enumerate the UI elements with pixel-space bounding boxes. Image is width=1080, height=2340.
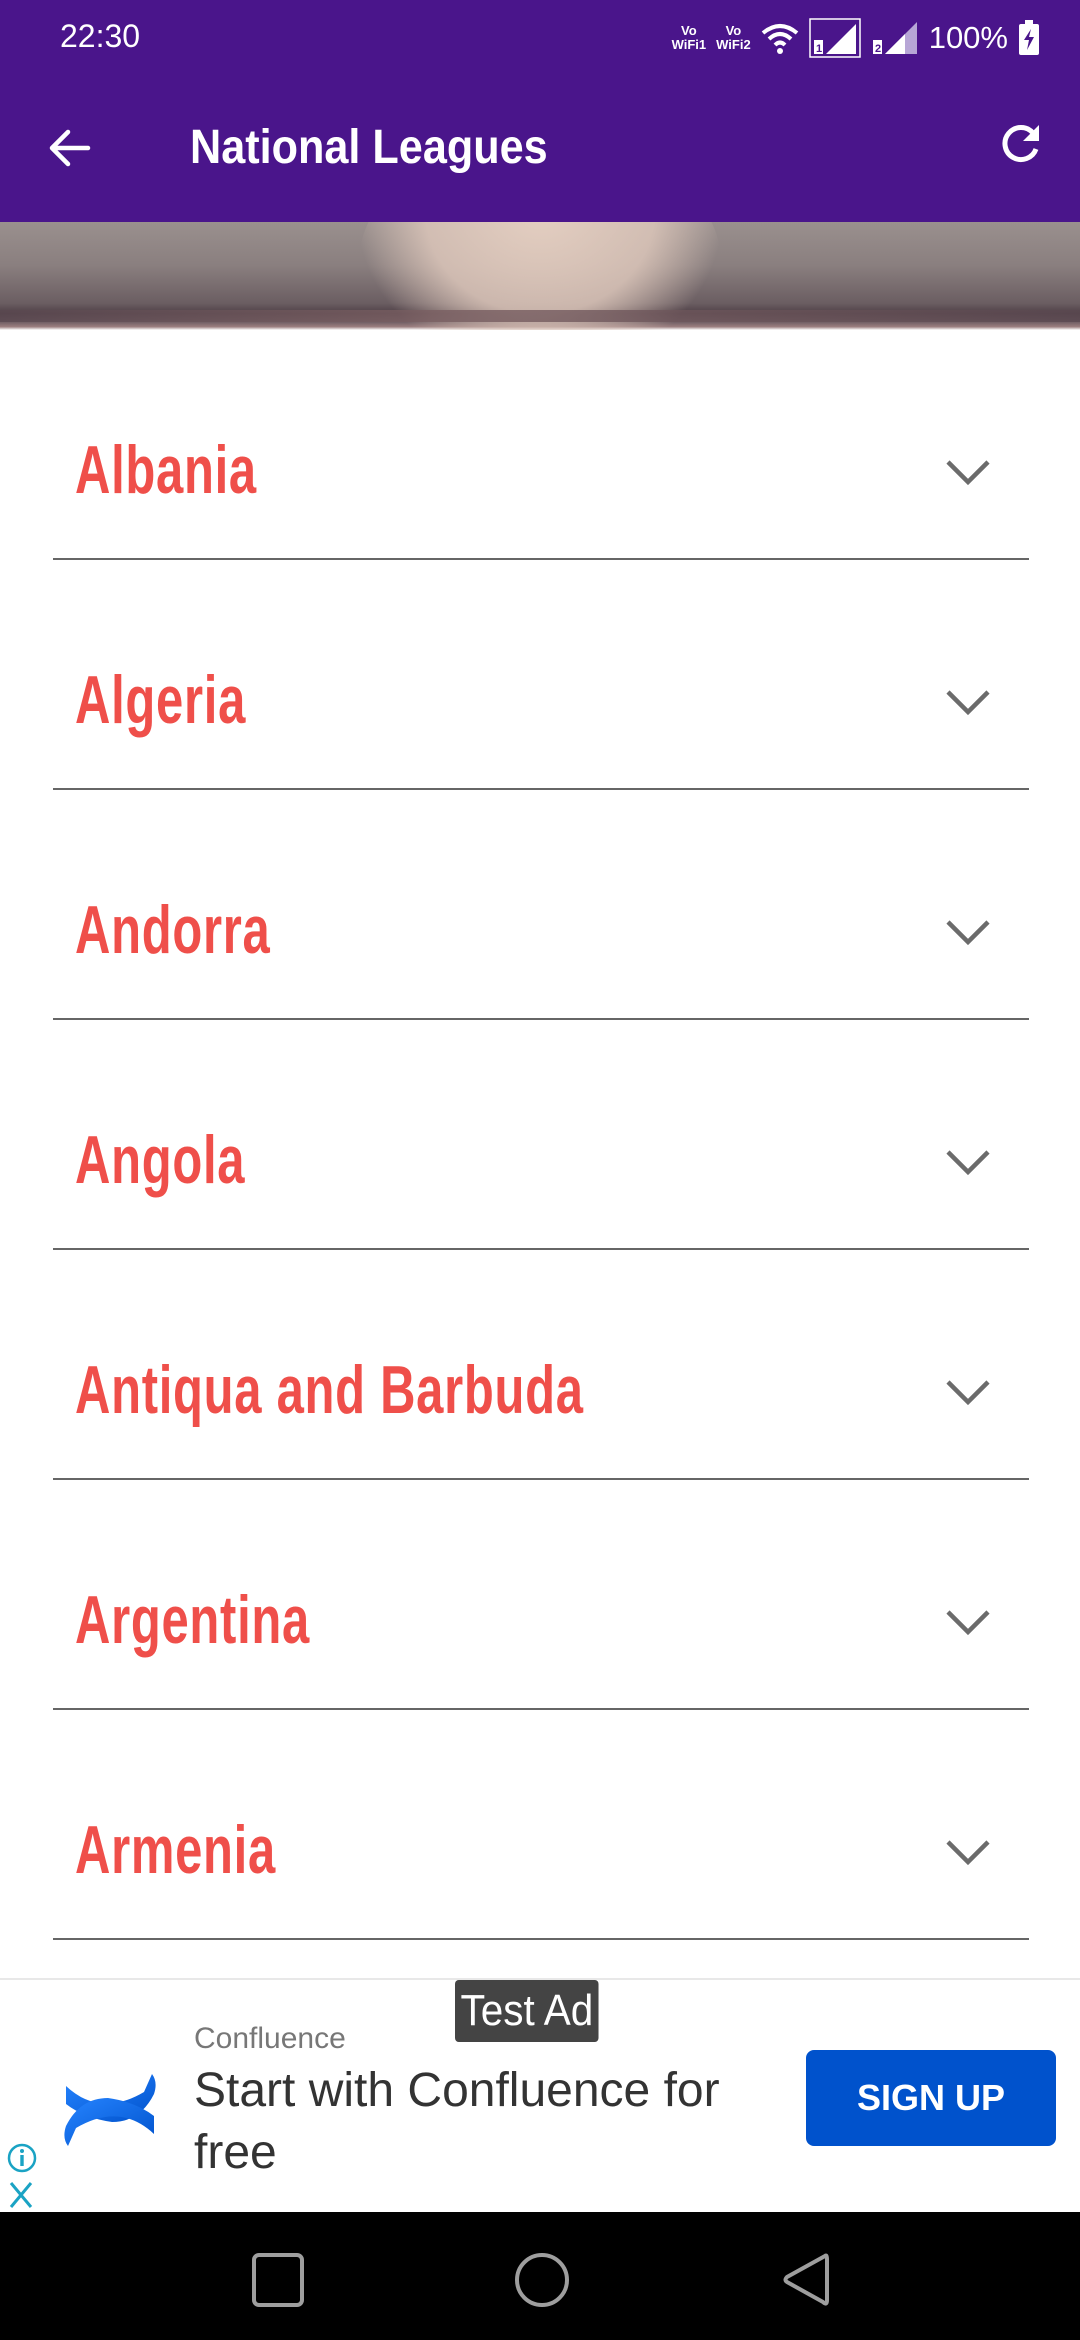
arrow-back-icon <box>49 129 91 167</box>
home-icon <box>515 2253 569 2307</box>
app-bar: National Leagues <box>0 74 1080 222</box>
signal-sim2-icon: 2 <box>872 22 917 55</box>
header-image-band <box>0 310 1080 322</box>
chevron-down-icon[interactable] <box>944 688 992 718</box>
vo-wifi1-top: Vo <box>681 23 697 38</box>
country-name: Albania <box>75 432 257 508</box>
system-nav-bar <box>0 2212 1080 2340</box>
home-button[interactable] <box>502 2250 582 2310</box>
status-bar: 22:30 Vo WiFi1 Vo WiFi2 1 2 100% <box>0 0 1080 74</box>
confluence-logo-icon <box>64 2074 156 2146</box>
svg-text:2: 2 <box>875 43 881 55</box>
sign-up-button[interactable]: SIGN UP <box>806 2050 1056 2146</box>
back-button[interactable] <box>40 118 100 178</box>
refresh-icon <box>1002 125 1039 163</box>
country-name: Angola <box>75 1122 246 1198</box>
ad-banner[interactable]: Test Ad Confluence Start with Confluence… <box>0 1978 1080 2212</box>
ad-info-icon[interactable] <box>6 2142 38 2174</box>
vo-wifi1-bottom: WiFi1 <box>671 37 707 52</box>
row-divider <box>53 1938 1029 1940</box>
country-row[interactable]: Angola <box>0 1020 1080 1250</box>
page-title: National Leagues <box>190 121 548 174</box>
country-name: Algeria <box>75 662 247 738</box>
ad-close-icon[interactable] <box>6 2180 36 2210</box>
country-name: Antiqua and Barbuda <box>75 1352 584 1428</box>
svg-text:1: 1 <box>816 43 822 55</box>
recents-icon <box>252 2253 304 2307</box>
recents-button[interactable] <box>238 2250 318 2310</box>
battery-charging-icon <box>1019 20 1039 55</box>
back-nav-button[interactable] <box>766 2250 846 2310</box>
chevron-down-icon[interactable] <box>944 1378 992 1408</box>
ad-advertiser: Confluence <box>194 2022 346 2055</box>
status-icons: Vo WiFi1 Vo WiFi2 1 2 100% <box>672 16 1040 60</box>
vo-wifi2-icon: Vo WiFi2 <box>716 24 751 52</box>
battery-percent: 100% <box>928 20 1008 55</box>
chevron-down-icon[interactable] <box>944 1608 992 1638</box>
country-row[interactable]: Argentina <box>0 1480 1080 1710</box>
refresh-button[interactable] <box>990 114 1050 174</box>
country-row[interactable]: Andorra <box>0 790 1080 1020</box>
vo-wifi1-icon: Vo WiFi1 <box>672 24 707 52</box>
wifi-icon <box>761 24 798 54</box>
country-name: Armenia <box>75 1812 276 1888</box>
country-name: Argentina <box>75 1582 310 1658</box>
back-icon <box>783 2253 829 2306</box>
chevron-down-icon[interactable] <box>944 458 992 488</box>
test-ad-badge: Test Ad <box>455 1980 599 2042</box>
chevron-down-icon[interactable] <box>944 918 992 948</box>
country-list: Albania Algeria Andorra Angola Antiqua and B… <box>0 330 1080 1940</box>
chevron-down-icon[interactable] <box>944 1148 992 1178</box>
status-time: 22:30 <box>60 18 141 54</box>
signal-sim1-icon: 1 <box>808 18 861 58</box>
chevron-down-icon[interactable] <box>944 1838 992 1868</box>
country-name: Andorra <box>75 892 271 968</box>
country-row[interactable]: Algeria <box>0 560 1080 790</box>
country-row[interactable]: Antiqua and Barbuda <box>0 1250 1080 1480</box>
ad-headline[interactable]: Start with Confluence for free <box>194 2060 754 2184</box>
header-image <box>0 222 1080 330</box>
vo-wifi2-bottom: WiFi2 <box>716 37 751 52</box>
vo-wifi2-top: Vo <box>725 23 742 38</box>
country-row[interactable]: Armenia <box>0 1710 1080 1940</box>
country-row[interactable]: Albania <box>0 330 1080 560</box>
